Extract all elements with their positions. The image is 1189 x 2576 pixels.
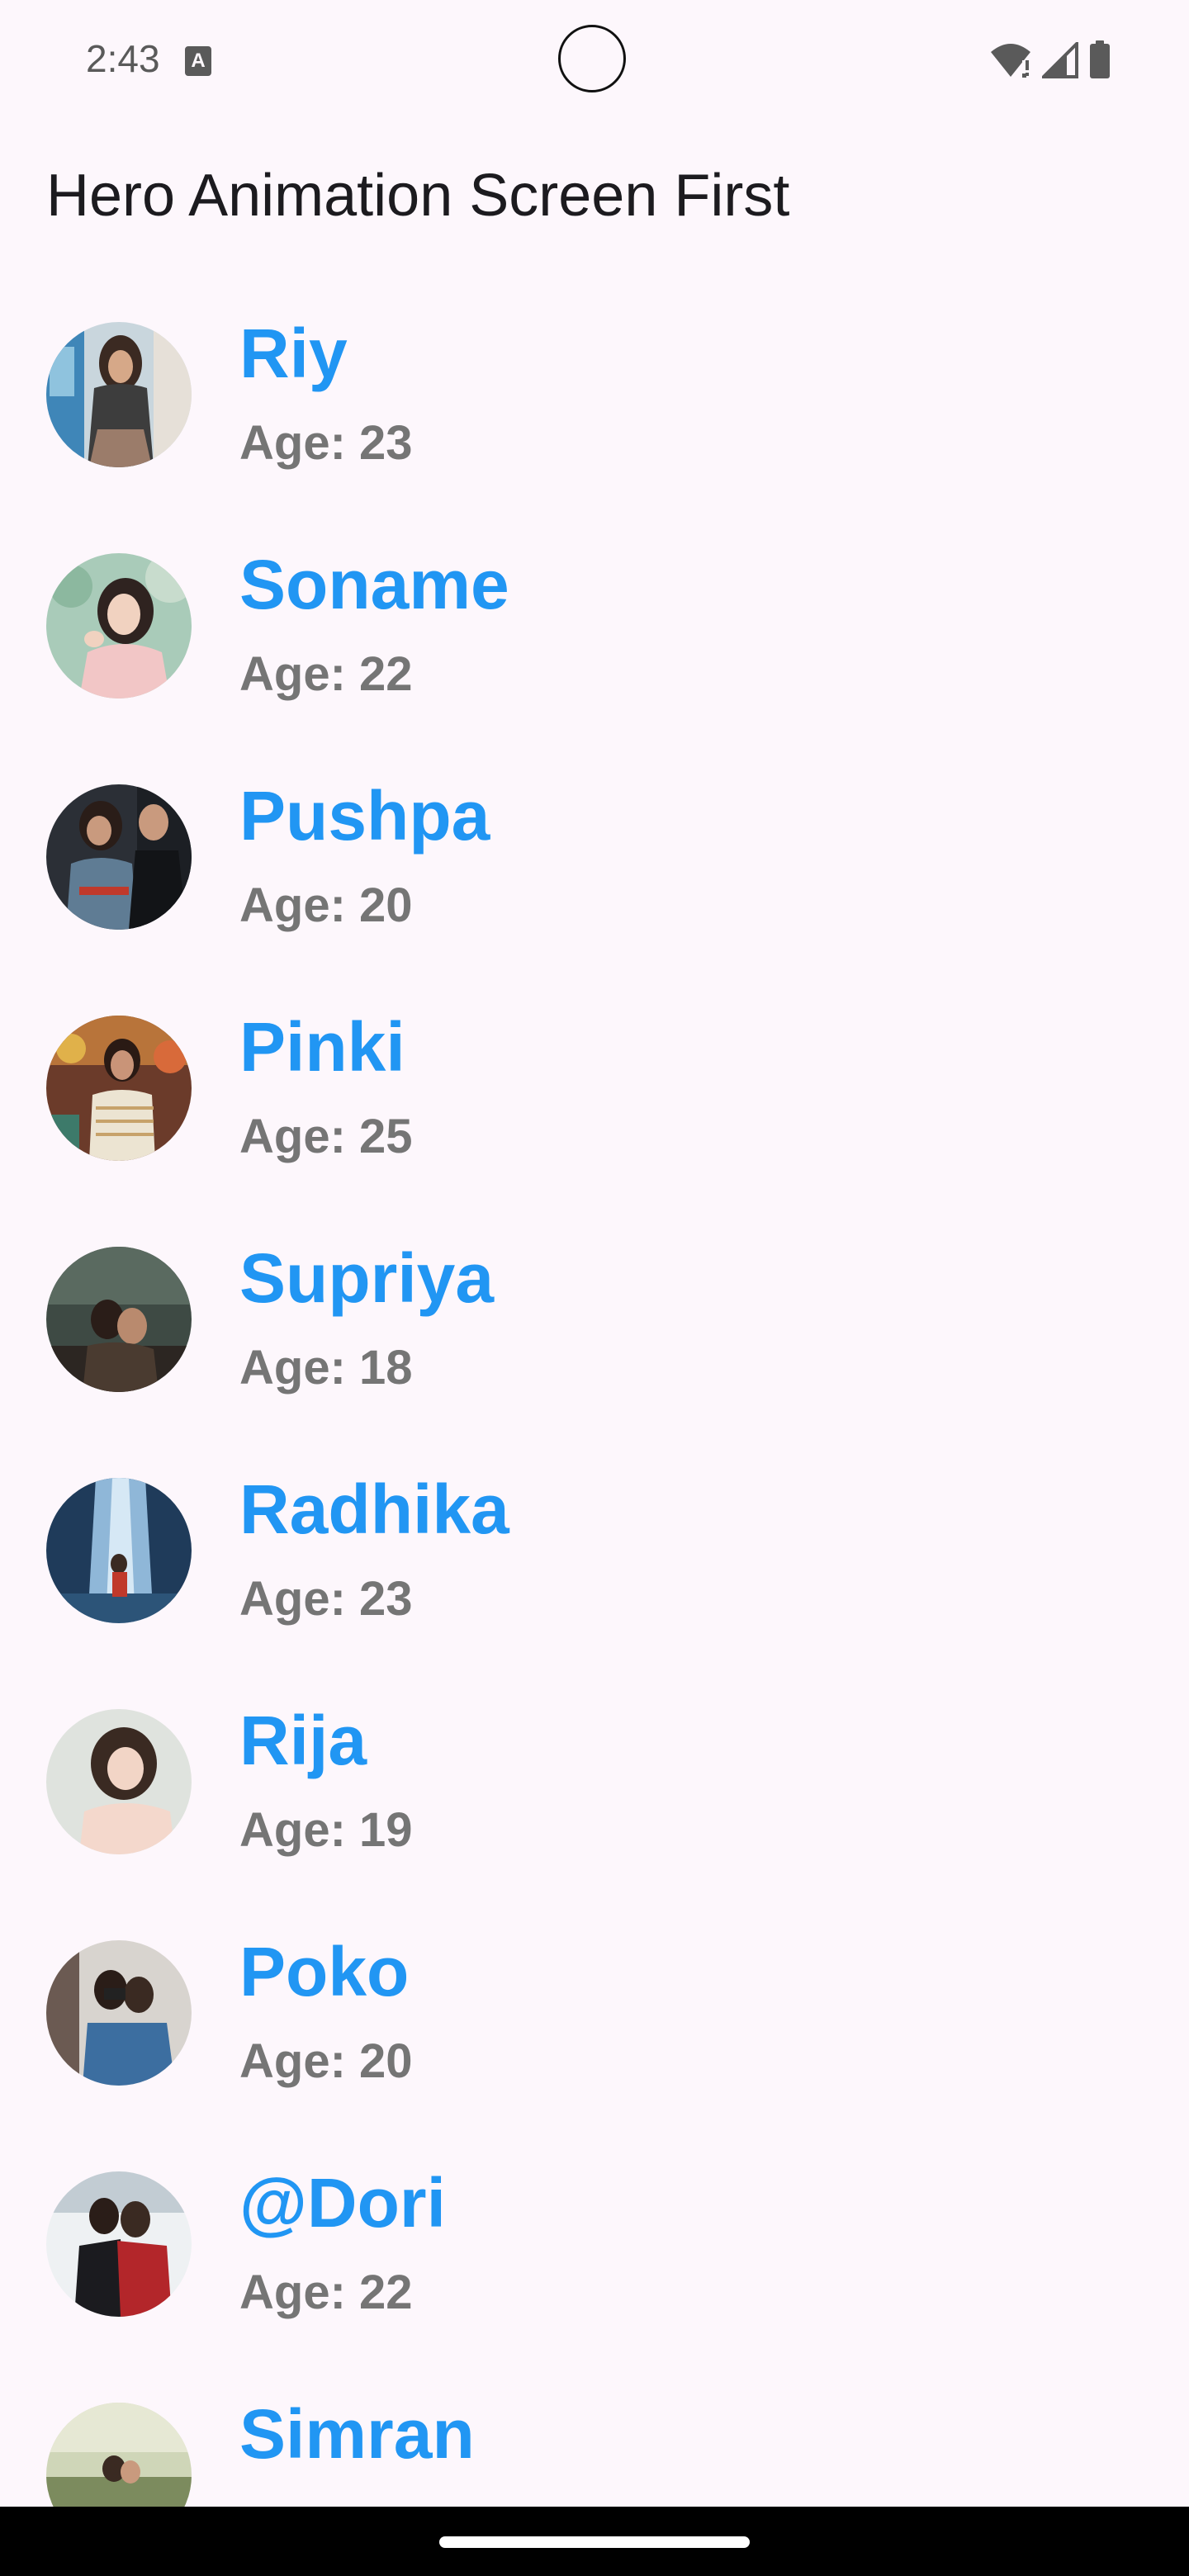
avatar[interactable] (46, 553, 192, 698)
list-item[interactable]: Riy Age: 23 (0, 314, 1189, 545)
list-item[interactable]: Pinki Age: 25 (0, 1007, 1189, 1238)
status-bar: 2:43 A (0, 0, 1189, 124)
list-item[interactable]: Supriya Age: 18 (0, 1238, 1189, 1470)
avatar[interactable] (46, 784, 192, 930)
avatar[interactable] (46, 1016, 192, 1161)
person-age: Age: 18 (239, 1341, 413, 1395)
person-name: Riy (239, 315, 348, 392)
list-item[interactable]: Simran (0, 2394, 1189, 2507)
list-item[interactable]: Radhika Age: 23 (0, 1470, 1189, 1701)
a-icon: A (185, 46, 211, 76)
person-name: Supriya (239, 1239, 495, 1317)
list-item[interactable]: @Dori Age: 22 (0, 2163, 1189, 2394)
person-name: Radhika (239, 1470, 509, 1548)
status-icons (989, 40, 1111, 81)
person-name: Pushpa (239, 777, 490, 855)
list-item[interactable]: Poko Age: 20 (0, 1932, 1189, 2163)
person-name: @Dori (239, 2164, 446, 2242)
list-item[interactable]: Pushpa Age: 20 (0, 776, 1189, 1007)
person-name: Pinki (239, 1008, 405, 1086)
avatar[interactable] (46, 2171, 192, 2317)
person-name: Soname (239, 546, 509, 623)
avatar[interactable] (46, 1940, 192, 2086)
person-age: Age: 22 (239, 2266, 413, 2319)
avatar[interactable] (46, 2403, 192, 2507)
person-age: Age: 23 (239, 416, 413, 470)
navigation-bar (0, 2507, 1189, 2576)
battery-icon (1090, 40, 1110, 78)
wifi-icon (991, 44, 1030, 78)
page-title: Hero Animation Screen First (46, 163, 790, 229)
person-name: Simran (239, 2395, 475, 2473)
person-age: Age: 20 (239, 2034, 413, 2088)
avatar[interactable] (46, 1247, 192, 1392)
person-age: Age: 23 (239, 1572, 413, 1626)
person-age: Age: 19 (239, 1803, 413, 1857)
list-item[interactable]: Rija Age: 19 (0, 1701, 1189, 1932)
camera-cutout (558, 25, 626, 92)
avatar[interactable] (46, 1709, 192, 1854)
avatar[interactable] (46, 1478, 192, 1623)
avatar[interactable] (46, 322, 192, 467)
signal-icon (1042, 42, 1078, 78)
list-item[interactable]: Soname Age: 22 (0, 545, 1189, 776)
person-age: Age: 22 (239, 647, 413, 701)
people-list[interactable]: Riy Age: 23 Soname Age: 22 Pushpa Age: 2… (0, 314, 1189, 2507)
gesture-handle[interactable] (439, 2536, 750, 2548)
person-name: Poko (239, 1933, 410, 2010)
person-age: Age: 20 (239, 878, 413, 932)
person-age: Age: 25 (239, 1110, 413, 1163)
status-time: 2:43 (86, 37, 160, 80)
person-name: Rija (239, 1702, 367, 1779)
